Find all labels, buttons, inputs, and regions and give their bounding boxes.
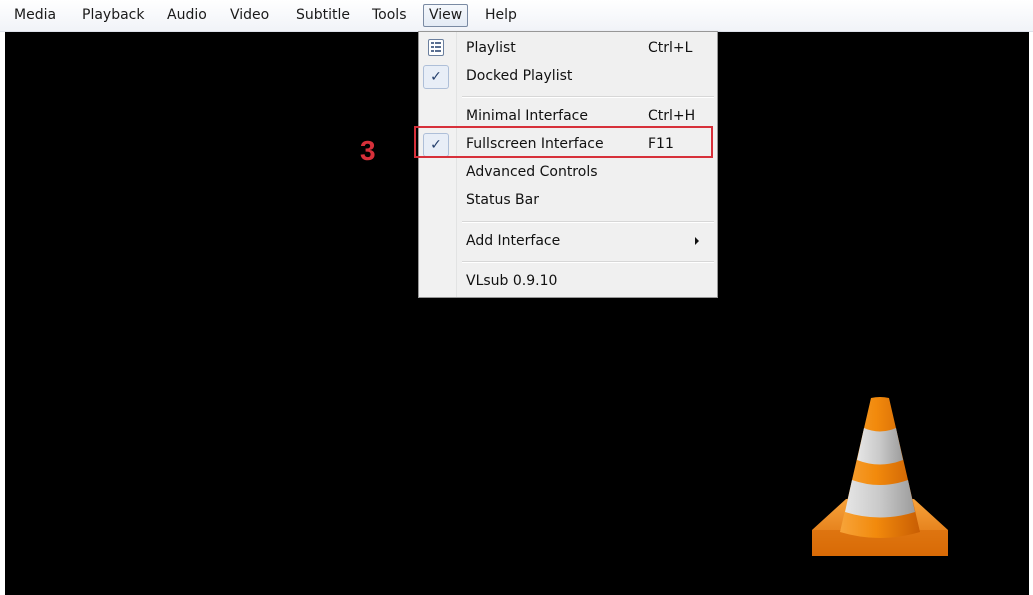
menu-tools[interactable]: Tools	[372, 5, 407, 26]
menu-item-status-bar[interactable]: Status Bar	[419, 186, 717, 214]
menu-audio[interactable]: Audio	[167, 5, 207, 26]
menu-bar: Media Playback Audio Video Subtitle Tool…	[0, 0, 1033, 32]
menu-item-label: Status Bar	[466, 192, 540, 208]
annotation-step-number: 3	[360, 135, 376, 166]
menu-item-label: Advanced Controls	[466, 164, 598, 180]
annotation-highlight-box	[414, 126, 713, 158]
menu-item-playlist[interactable]: Playlist Ctrl+L	[419, 34, 717, 62]
menu-item-label: Add Interface	[466, 233, 561, 249]
checkmark-icon: ✓	[423, 65, 449, 89]
vlc-cone-logo	[812, 397, 948, 556]
view-menu-dropdown: Playlist Ctrl+L ✓ Docked Playlist Minima…	[418, 31, 718, 298]
menu-separator	[462, 96, 714, 98]
menu-separator	[462, 261, 714, 263]
menu-item-docked-playlist[interactable]: ✓ Docked Playlist	[419, 62, 717, 90]
menu-item-advanced-controls[interactable]: Advanced Controls	[419, 158, 717, 186]
menu-subtitle[interactable]: Subtitle	[296, 5, 350, 26]
menu-view[interactable]: View	[423, 4, 469, 27]
menu-item-label: Playlist	[466, 40, 516, 56]
menu-item-shortcut: Ctrl+L	[648, 40, 693, 56]
playlist-icon	[428, 39, 444, 56]
menu-playback[interactable]: Playback	[82, 5, 144, 26]
menu-item-add-interface[interactable]: Add Interface	[419, 227, 717, 255]
menu-item-label: VLsub 0.9.10	[466, 273, 558, 289]
menu-video[interactable]: Video	[230, 5, 269, 26]
menu-separator	[462, 221, 714, 223]
menu-item-label: Docked Playlist	[466, 68, 573, 84]
submenu-arrow-icon	[695, 237, 699, 245]
menu-media[interactable]: Media	[14, 5, 56, 26]
menu-help[interactable]: Help	[485, 5, 517, 26]
menu-item-vlsub[interactable]: VLsub 0.9.10	[419, 267, 717, 295]
